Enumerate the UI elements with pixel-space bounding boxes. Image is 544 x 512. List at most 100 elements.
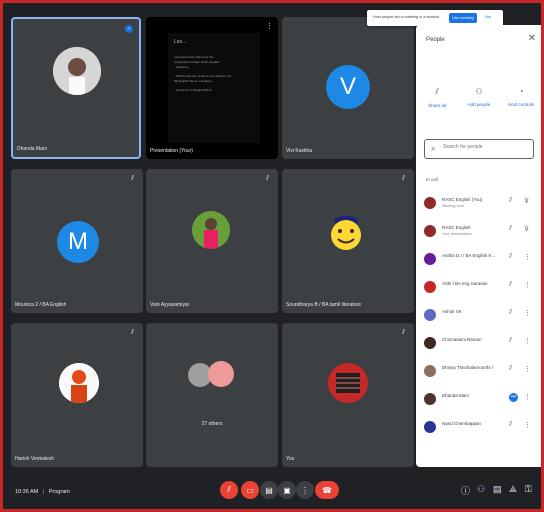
list-item[interactable]: RASC English Your presentation ⫽ ⊽ bbox=[422, 221, 538, 243]
mic-off-icon: ⫽ bbox=[227, 485, 231, 494]
host-controls-button[interactable]: ◔ Host controls bbox=[502, 87, 540, 107]
mic-off-icon[interactable]: ⫽ bbox=[509, 337, 512, 345]
avatar bbox=[424, 253, 436, 265]
pin-icon[interactable]: ⋮ bbox=[266, 23, 273, 31]
share-all-button[interactable]: ⫽ Share all bbox=[418, 87, 456, 108]
list-item[interactable]: Chinnasami Raman ⫽ ⋮ bbox=[422, 333, 538, 355]
people-icon[interactable]: ⚇ bbox=[477, 484, 485, 495]
list-item[interactable]: Ashok VK ⫽ ⋮ bbox=[422, 305, 538, 327]
mic-toggle-button[interactable]: ⫽ bbox=[220, 481, 238, 499]
pin-icon[interactable]: ⊽ bbox=[524, 197, 529, 205]
list-item[interactable]: RASC English (You) Meeting host ⫽ ⊽ bbox=[422, 193, 538, 215]
participant-name: Harish Venkatesh bbox=[15, 456, 55, 462]
avatar bbox=[424, 281, 436, 293]
search-icon: ⌕ bbox=[431, 144, 436, 153]
close-icon[interactable]: ✕ bbox=[528, 33, 536, 44]
others-count: 27 others bbox=[201, 421, 223, 427]
presentation-tile[interactable]: Les... Learn the basic effects for the c… bbox=[146, 17, 278, 159]
mic-off-icon: ⫽ bbox=[131, 329, 135, 336]
participant-tile[interactable]: ⫽ Soundharya B / BA tamil literature bbox=[282, 169, 414, 313]
captions-icon: ▤ bbox=[265, 485, 273, 495]
more-options-icon[interactable]: ⋮ bbox=[524, 365, 531, 373]
avatar bbox=[424, 309, 436, 321]
captions-button[interactable]: ▤ bbox=[260, 481, 278, 499]
participant-name: Dhanda Mani bbox=[17, 146, 47, 152]
lock-icon[interactable]: ⚿ bbox=[525, 484, 532, 495]
mic-off-icon: ⫽ bbox=[402, 175, 406, 182]
avatar bbox=[424, 197, 436, 209]
participant-name: Mounica 2 / BA English bbox=[15, 302, 67, 308]
people-panel: People ✕ ⫽ Share all ⚇ Add people ◔ Host… bbox=[416, 25, 541, 467]
speaking-indicator-icon: • bbox=[125, 25, 133, 33]
more-options-icon[interactable]: ⋮ bbox=[524, 393, 531, 401]
mic-off-icon[interactable]: ⫽ bbox=[509, 253, 512, 261]
others-tile[interactable]: 27 others bbox=[146, 323, 278, 467]
meeting-window: • Dhanda Mani Les... Learn the basic eff… bbox=[3, 3, 541, 509]
toast-dismiss-button[interactable]: Not bbox=[485, 15, 491, 19]
participant-name: Vivi Kavitha bbox=[286, 148, 313, 154]
meeting-details: 10:36 AM | Program bbox=[15, 489, 70, 495]
participant-name: Presentation (Your) bbox=[150, 148, 193, 154]
list-item[interactable]: Anitha D.I / BA English K... ⫽ ⋮ bbox=[422, 249, 538, 271]
participant-photo bbox=[328, 363, 368, 403]
list-item[interactable]: Dhivya Thezhalamoorthi l ⫽ ⋮ bbox=[422, 361, 538, 383]
mic-off-icon[interactable]: ⫽ bbox=[509, 225, 512, 233]
present-button[interactable]: ▣ bbox=[278, 481, 296, 499]
self-tile[interactable]: ⫽ You bbox=[282, 323, 414, 467]
mic-off-icon: ⫽ bbox=[402, 329, 406, 336]
list-item[interactable]: Arthi f BA eng Saravan ⫽ ⋮ bbox=[422, 277, 538, 299]
slide-body: Learn the basic effects for the composit… bbox=[174, 55, 232, 92]
in-call-label: In call bbox=[426, 177, 438, 182]
chat-icon[interactable]: ▤ bbox=[493, 484, 502, 495]
mic-off-icon[interactable]: ⫽ bbox=[509, 197, 512, 205]
speaking-indicator-icon[interactable]: ••• bbox=[509, 393, 518, 402]
toast-text: Host people into a meeting in a window bbox=[373, 15, 440, 19]
more-options-icon[interactable]: ⋮ bbox=[524, 253, 531, 261]
search-box[interactable]: ⌕ bbox=[424, 139, 534, 159]
participant-name: You bbox=[286, 456, 295, 462]
shield-icon: ◔ bbox=[518, 87, 524, 96]
more-options-button[interactable]: ⋮ bbox=[296, 481, 314, 499]
avatar: V bbox=[326, 65, 370, 109]
more-options-icon[interactable]: ⋮ bbox=[524, 337, 531, 345]
participant-name: Soundharya B / BA tamil literature bbox=[286, 302, 362, 308]
more-options-icon[interactable]: ⋮ bbox=[524, 281, 531, 289]
more-options-icon[interactable]: ⋮ bbox=[524, 421, 531, 429]
avatar bbox=[424, 393, 436, 405]
avatar bbox=[424, 365, 436, 377]
mic-off-icon[interactable]: ⫽ bbox=[509, 365, 512, 373]
more-options-icon: ⋮ bbox=[301, 485, 309, 495]
camera-toggle-button[interactable]: ▭ bbox=[241, 481, 259, 499]
mic-off-icon: ⫽ bbox=[266, 175, 270, 182]
info-icon[interactable]: ⓘ bbox=[461, 484, 470, 497]
add-person-icon: ⚇ bbox=[475, 87, 483, 96]
activities-icon[interactable]: ⟁ bbox=[509, 484, 517, 495]
more-options-icon[interactable]: ⋮ bbox=[524, 309, 531, 317]
add-people-button[interactable]: ⚇ Add people bbox=[460, 87, 498, 107]
toast-action-button[interactable]: Use meeting bbox=[449, 13, 477, 23]
list-item[interactable]: Nand Chembappan ⫽ ⋮ bbox=[422, 417, 538, 439]
mic-off-icon[interactable]: ⫽ bbox=[509, 421, 512, 429]
avatar bbox=[424, 421, 436, 433]
avatar: M bbox=[57, 221, 99, 263]
participant-tile[interactable]: M ⫽ Mounica 2 / BA English bbox=[11, 169, 143, 313]
emoji-avatar-icon bbox=[326, 213, 366, 253]
search-input[interactable] bbox=[443, 144, 527, 150]
participant-tile[interactable]: • Dhanda Mani bbox=[11, 17, 141, 159]
participant-tile[interactable]: ⫽ Harish Venkatesh bbox=[11, 323, 143, 467]
participant-tile[interactable]: ⫽ Vani Ayyasamiyar bbox=[146, 169, 278, 313]
participant-photo bbox=[208, 361, 234, 387]
clock-time: 10:36 AM bbox=[15, 489, 39, 495]
list-item[interactable]: Dhanda Mani ••• ⋮ bbox=[422, 389, 538, 411]
participant-photo bbox=[59, 363, 99, 403]
leave-call-button[interactable]: ☎ bbox=[315, 481, 339, 499]
mic-off-icon[interactable]: ⫽ bbox=[509, 281, 512, 289]
mic-off-icon[interactable]: ⫽ bbox=[509, 309, 512, 317]
participant-tile[interactable]: V Vivi Kavitha bbox=[282, 17, 414, 159]
pin-icon[interactable]: ⊽ bbox=[524, 225, 529, 233]
participant-name: Vani Ayyasamiyar bbox=[150, 302, 190, 308]
meeting-name: Program bbox=[48, 489, 70, 495]
slide-title: Les... bbox=[174, 39, 187, 45]
participant-photo bbox=[53, 47, 101, 95]
avatar bbox=[424, 225, 436, 237]
